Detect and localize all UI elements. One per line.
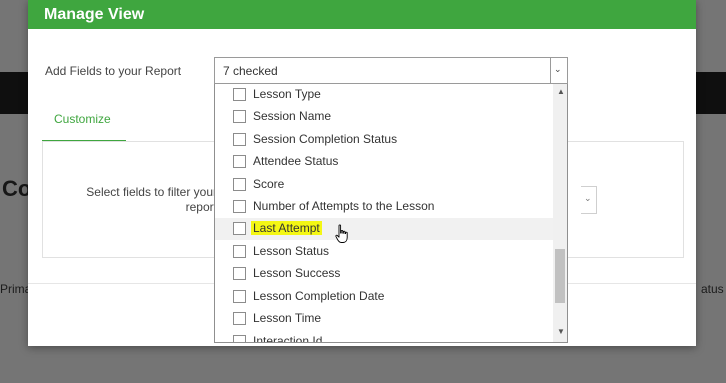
scrollbar-thumb[interactable] [555, 249, 565, 303]
dropdown-option[interactable]: Session Completion Status [215, 129, 553, 151]
triangle-down-icon: ▼ [557, 327, 565, 336]
dropdown-option[interactable]: Lesson Status [215, 241, 553, 263]
tab-customize-label: Customize [54, 112, 111, 126]
dropdown-option[interactable]: Lesson Time [215, 308, 553, 330]
option-label: Score [253, 177, 285, 191]
option-checkbox[interactable] [233, 245, 246, 258]
chevron-down-icon: ⌄ [584, 193, 592, 203]
option-checkbox[interactable] [233, 222, 246, 235]
dropdown-option[interactable]: Lesson Completion Date [215, 286, 553, 308]
scroll-up-button[interactable]: ▲ [553, 86, 567, 100]
option-label: Lesson Success [253, 266, 341, 280]
dropdown-option-hovered[interactable]: Last Attempt [215, 218, 553, 240]
option-label: Attendee Status [253, 154, 339, 168]
option-checkbox[interactable] [233, 335, 246, 342]
option-checkbox[interactable] [233, 200, 246, 213]
dropdown-option[interactable]: Lesson Type [215, 84, 553, 106]
dropdown-option[interactable]: Interaction Id [215, 331, 553, 343]
chevron-down-icon: ⌄ [554, 64, 562, 74]
triangle-up-icon: ▲ [557, 87, 565, 96]
option-checkbox[interactable] [233, 312, 246, 325]
option-checkbox[interactable] [233, 267, 246, 280]
option-label-highlighted: Last Attempt [251, 221, 322, 235]
option-label: Lesson Completion Date [253, 289, 385, 303]
option-checkbox[interactable] [233, 290, 246, 303]
option-checkbox[interactable] [233, 178, 246, 191]
multiselect-toggle[interactable]: ⌄ [550, 58, 567, 83]
add-fields-label: Add Fields to your Report [45, 64, 182, 78]
dropdown-option[interactable]: Attendee Status [215, 151, 553, 173]
fields-dropdown-list: Lesson Type Session Name Session Complet… [214, 84, 568, 343]
scroll-down-button[interactable]: ▼ [553, 326, 567, 340]
filter-select[interactable]: ⌄ [581, 186, 597, 214]
dropdown-option[interactable]: Lesson Success [215, 263, 553, 285]
option-label: Number of Attempts to the Lesson [253, 199, 435, 213]
hand-pointer-icon [335, 224, 349, 244]
modal-header: Manage View [28, 0, 696, 29]
multiselect-value: 7 checked [223, 64, 278, 78]
option-checkbox[interactable] [233, 133, 246, 146]
option-label: Session Name [253, 109, 332, 123]
dropdown-option[interactable]: Session Name [215, 106, 553, 128]
fields-multiselect[interactable]: 7 checked ⌄ [214, 57, 568, 84]
option-label: Lesson Status [253, 244, 330, 258]
option-label: Session Completion Status [253, 132, 398, 146]
dropdown-scrollbar[interactable]: ▲ ▼ [553, 84, 567, 342]
option-checkbox[interactable] [233, 110, 246, 123]
modal-title: Manage View [44, 6, 145, 23]
tab-customize[interactable]: Customize [42, 104, 126, 142]
option-label: Lesson Type [253, 87, 321, 101]
option-checkbox[interactable] [233, 155, 246, 168]
option-label: Lesson Time [253, 311, 322, 325]
filter-fields-label: Select fields to filter your report [86, 185, 217, 214]
option-checkbox[interactable] [233, 88, 246, 101]
dropdown-option[interactable]: Number of Attempts to the Lesson [215, 196, 553, 218]
option-label: Interaction Id [253, 334, 323, 343]
dropdown-option[interactable]: Score [215, 174, 553, 196]
